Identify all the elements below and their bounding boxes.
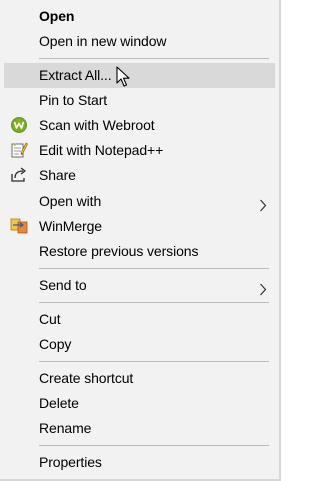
menu-item-scan-with-webroot[interactable]: Scan with Webroot [4,113,275,138]
menu-item-label: Scan with Webroot [39,117,155,133]
menu-item-delete[interactable]: Delete [4,391,275,416]
menu-item-label: Open in new window [39,33,167,49]
menu-item-share[interactable]: Share [4,163,275,188]
menu-item-edit-with-notepad[interactable]: Edit with Notepad++ [4,138,275,163]
menu-item-properties[interactable]: Properties [4,450,275,475]
menu-separator [39,445,269,446]
menu-item-open-in-new-window[interactable]: Open in new window [4,29,275,54]
menu-item-label: WinMerge [39,218,102,234]
menu-item-label: Properties [39,454,102,470]
menu-item-copy[interactable]: Copy [4,332,275,357]
winmerge-icon [10,217,28,235]
menu-item-pin-to-start[interactable]: Pin to Start [4,88,275,113]
menu-item-label: Pin to Start [39,92,108,108]
menu-item-label: Delete [39,395,79,411]
menu-item-rename[interactable]: Rename [4,416,275,441]
menu-item-winmerge[interactable]: WinMerge [4,214,275,239]
menu-item-label: Open with [39,193,102,209]
menu-item-label: Edit with Notepad++ [39,142,164,158]
menu-item-label: Open [39,8,75,24]
menu-item-label: Send to [39,277,87,293]
share-icon [10,166,28,184]
menu-item-label: Rename [39,420,92,436]
menu-item-label: Restore previous versions [39,243,199,259]
webroot-icon [10,116,28,134]
menu-item-label: Share [39,167,76,183]
menu-item-label: Cut [39,311,61,327]
menu-item-restore-previous-versions[interactable]: Restore previous versions [4,239,275,264]
menu-separator [39,361,269,362]
context-menu: Open Open in new window Extract All... P… [0,0,281,481]
menu-item-extract-all[interactable]: Extract All... [4,63,275,88]
menu-item-open[interactable]: Open [4,4,275,29]
menu-item-create-shortcut[interactable]: Create shortcut [4,366,275,391]
notepad-plus-plus-icon [10,141,28,159]
menu-item-send-to[interactable]: Send to [4,273,275,298]
menu-separator [39,268,269,269]
chevron-right-icon [259,279,267,296]
menu-item-cut[interactable]: Cut [4,307,275,332]
menu-separator [39,58,269,59]
menu-separator [39,302,269,303]
menu-item-label: Create shortcut [39,370,134,386]
menu-item-open-with[interactable]: Open with [4,189,275,214]
mouse-pointer-icon [116,66,132,88]
menu-item-label: Extract All... [39,67,112,83]
menu-item-label: Copy [39,336,72,352]
chevron-right-icon [259,195,267,212]
